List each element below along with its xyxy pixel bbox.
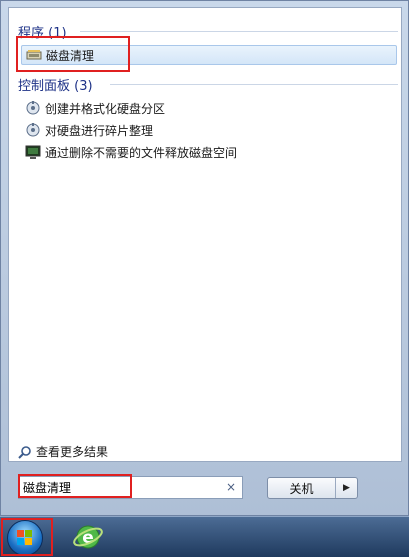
result-free-disk-space[interactable]: 通过删除不需要的文件释放磁盘空间	[21, 142, 397, 162]
result-defragment-disk[interactable]: 对硬盘进行碎片整理	[21, 120, 397, 140]
start-button[interactable]	[7, 520, 43, 556]
admin-tools-icon	[26, 123, 40, 137]
clear-search-icon[interactable]: ×	[226, 480, 236, 494]
search-icon	[18, 445, 31, 459]
group-divider	[80, 31, 398, 32]
result-create-format-partition[interactable]: 创建并格式化硬盘分区	[21, 98, 397, 118]
shutdown-button[interactable]: 关机	[268, 478, 336, 498]
search-input[interactable]	[19, 480, 214, 495]
result-label: 创建并格式化硬盘分区	[45, 101, 166, 116]
group-divider	[110, 84, 398, 85]
disk-cleanup-icon	[26, 50, 42, 60]
result-label: 磁盘清理	[46, 48, 95, 63]
control-panel-group-header: 控制面板 (3)	[18, 75, 398, 94]
search-results-panel: 程序 (1) 磁盘清理 控制面板 (3) 创建并格式化硬盘分区 对硬盘进行碎片整…	[8, 7, 402, 462]
see-more-results-link[interactable]: 查看更多结果	[18, 443, 108, 460]
start-menu: 程序 (1) 磁盘清理 控制面板 (3) 创建并格式化硬盘分区 对硬盘进行碎片整…	[0, 0, 409, 516]
system-icon	[25, 145, 41, 159]
admin-tools-icon	[26, 101, 40, 115]
see-more-label: 查看更多结果	[36, 445, 109, 459]
result-disk-cleanup[interactable]: 磁盘清理	[21, 45, 397, 65]
taskbar: e	[0, 516, 409, 557]
shutdown-options-arrow-icon[interactable]: ▶	[336, 478, 357, 498]
windows-logo-icon	[17, 530, 32, 545]
programs-group-header: 程序 (1)	[18, 22, 398, 41]
browser-taskbar-button[interactable]: e	[72, 521, 104, 553]
result-label: 通过删除不需要的文件释放磁盘空间	[45, 145, 238, 160]
internet-explorer-icon: e	[73, 525, 103, 549]
search-field[interactable]: ×	[18, 476, 243, 499]
control-panel-header-label: 控制面板 (3)	[18, 79, 93, 94]
result-label: 对硬盘进行碎片整理	[45, 123, 154, 138]
programs-header-label: 程序 (1)	[18, 26, 67, 41]
shutdown-button-group: 关机 ▶	[267, 477, 358, 499]
